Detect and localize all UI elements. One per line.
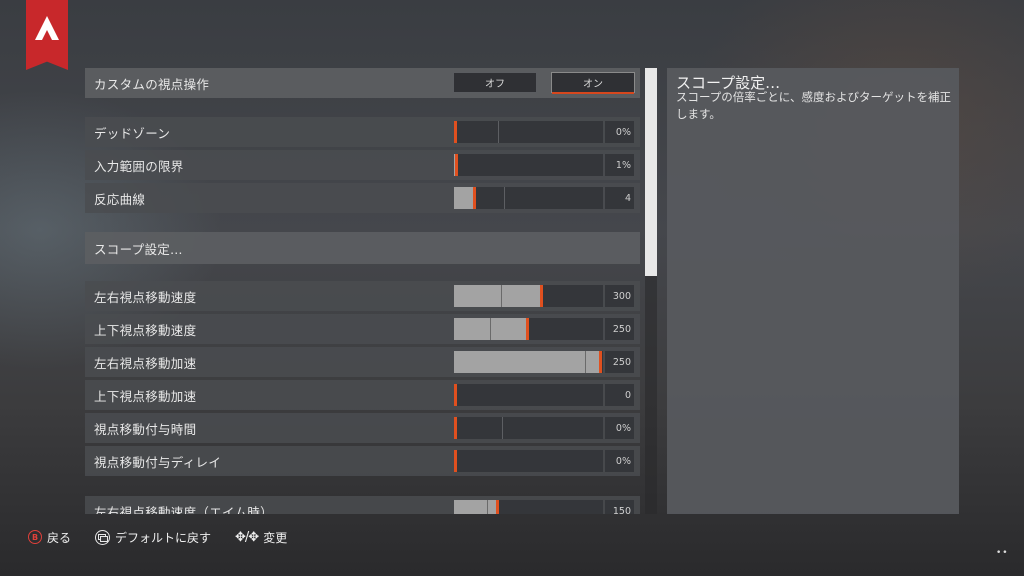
deadzone-label: デッドゾーン: [94, 125, 171, 141]
corner-indicator: ••: [996, 548, 1009, 558]
row-yaw-speed[interactable]: 左右視点移動速度 300: [85, 281, 640, 311]
row-ramp-up-time[interactable]: 視点移動付与時間 0%: [85, 413, 640, 443]
back-hint[interactable]: B 戻る: [28, 529, 71, 546]
view-button-icon: [95, 529, 111, 545]
description-panel: スコープ設定… スコープの倍率ごとに、感度およびターゲットを補正します。: [667, 68, 959, 514]
yaw-speed-slider[interactable]: [454, 285, 603, 307]
apex-logo-icon: [35, 16, 59, 40]
pitch-speed-value: 250: [605, 318, 634, 340]
footer-hints: B 戻る デフォルトに戻す ✥/✥ 変更: [28, 528, 311, 546]
ramp-up-time-slider[interactable]: [454, 417, 603, 439]
pitch-speed-slider[interactable]: [454, 318, 603, 340]
turning-extra-pitch-label: 上下視点移動加速: [94, 388, 197, 404]
pitch-speed-label: 上下視点移動速度: [94, 322, 197, 338]
deadzone-slider[interactable]: [454, 121, 603, 143]
turning-extra-yaw-value: 250: [605, 351, 634, 373]
row-scope-settings[interactable]: スコープ設定…: [85, 232, 640, 264]
scrollbar-thumb[interactable]: [645, 68, 657, 276]
response-curve-label: 反応曲線: [94, 191, 146, 207]
description-text: スコープの倍率ごとに、感度およびターゲットを補正します。: [676, 90, 951, 121]
outer-threshold-value: 1%: [605, 154, 634, 176]
turning-extra-pitch-slider[interactable]: [454, 384, 603, 406]
ramp-up-time-value: 0%: [605, 417, 634, 439]
ramp-up-delay-label: 視点移動付与ディレイ: [94, 454, 222, 470]
response-curve-value: 4: [605, 187, 634, 209]
ramp-up-time-label: 視点移動付与時間: [94, 421, 197, 437]
scope-settings-label: スコープ設定…: [94, 241, 183, 257]
ads-yaw-speed-value: 150: [605, 500, 634, 514]
change-hint[interactable]: ✥/✥ 変更: [235, 529, 287, 546]
deadzone-value: 0%: [605, 121, 634, 143]
b-button-icon: B: [28, 530, 42, 544]
ads-yaw-speed-slider[interactable]: [454, 500, 603, 514]
yaw-speed-label: 左右視点移動速度: [94, 289, 197, 305]
row-deadzone[interactable]: デッドゾーン 0%: [85, 117, 640, 147]
row-ads-yaw-speed[interactable]: 左右視点移動速度（エイム時） 150: [85, 496, 640, 514]
row-turning-extra-yaw[interactable]: 左右視点移動加速 250: [85, 347, 640, 377]
turning-extra-yaw-slider[interactable]: [454, 351, 603, 373]
outer-threshold-label: 入力範囲の限界: [94, 158, 184, 174]
row-custom-look: カスタムの視点操作 オフ オン: [85, 68, 640, 98]
custom-look-off-button[interactable]: オフ: [453, 72, 537, 93]
back-label: 戻る: [47, 530, 72, 545]
change-label: 変更: [263, 530, 288, 545]
custom-look-on-button[interactable]: オン: [551, 72, 635, 94]
ramp-up-delay-value: 0%: [605, 450, 634, 472]
settings-list: カスタムの視点操作 オフ オン デッドゾーン 0% 入力範囲の限界 1% 反応曲…: [85, 68, 640, 514]
row-ramp-up-delay[interactable]: 視点移動付与ディレイ 0%: [85, 446, 640, 476]
reset-default-label: デフォルトに戻す: [115, 530, 212, 545]
yaw-speed-value: 300: [605, 285, 634, 307]
reset-default-hint[interactable]: デフォルトに戻す: [95, 529, 211, 546]
dpad-icon: ✥/✥: [235, 529, 259, 545]
row-turning-extra-pitch[interactable]: 上下視点移動加速 0: [85, 380, 640, 410]
row-response-curve[interactable]: 反応曲線 4: [85, 183, 640, 213]
turning-extra-yaw-label: 左右視点移動加速: [94, 355, 197, 371]
custom-look-label: カスタムの視点操作: [94, 76, 210, 92]
outer-threshold-slider[interactable]: [454, 154, 603, 176]
ads-yaw-speed-label: 左右視点移動速度（エイム時）: [94, 504, 273, 515]
apex-logo-badge: [26, 0, 68, 70]
row-pitch-speed[interactable]: 上下視点移動速度 250: [85, 314, 640, 344]
response-curve-slider[interactable]: [454, 187, 603, 209]
row-outer-threshold[interactable]: 入力範囲の限界 1%: [85, 150, 640, 180]
ramp-up-delay-slider[interactable]: [454, 450, 603, 472]
turning-extra-pitch-value: 0: [605, 384, 634, 406]
